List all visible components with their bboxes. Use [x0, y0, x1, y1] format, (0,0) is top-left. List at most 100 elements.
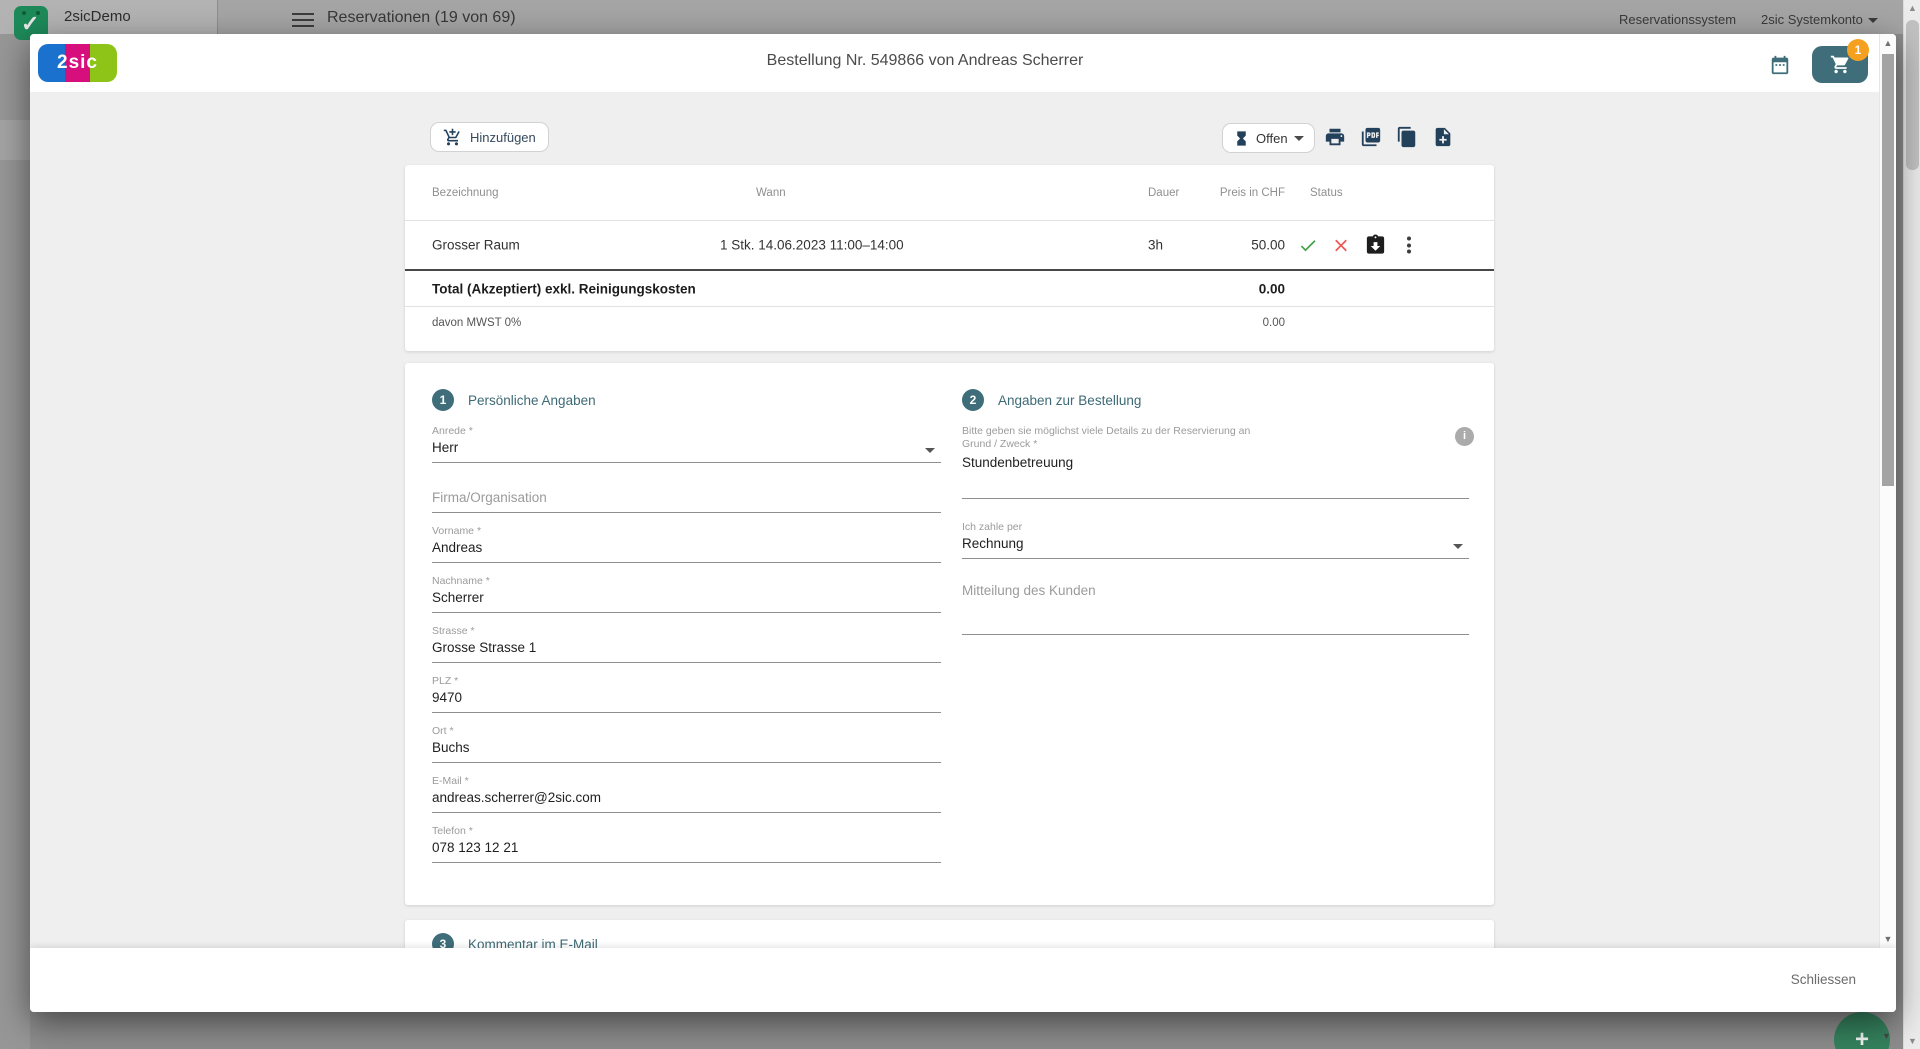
- nachname-label: Nachname *: [432, 575, 941, 588]
- nachname-input[interactable]: Nachname * Scherrer: [432, 575, 941, 613]
- row-menu-icon[interactable]: [1400, 236, 1418, 254]
- add-item-label: Hinzufügen: [470, 130, 536, 145]
- background-right-strip: [1896, 34, 1903, 1049]
- scroll-up-icon[interactable]: ▲: [1904, 3, 1920, 13]
- add-item-button[interactable]: Hinzufügen: [430, 122, 549, 152]
- pdf-button[interactable]: [1360, 126, 1382, 148]
- section-1-title: Persönliche Angaben: [468, 393, 596, 408]
- telefon-value: 078 123 12 21: [432, 840, 941, 863]
- hourglass-icon: [1233, 130, 1250, 147]
- chevron-down-icon: [925, 448, 935, 453]
- calendar-icon[interactable]: [1769, 54, 1791, 76]
- vat-label: davon MWST 0%: [432, 317, 521, 329]
- screen: ✓ 2sicDemo Reservationen (19 von 69) Res…: [0, 0, 1920, 1049]
- ort-value: Buchs: [432, 740, 941, 763]
- order-dialog: 2sic Bestellung Nr. 549866 von Andreas S…: [30, 34, 1896, 1012]
- cart-badge: 1: [1847, 39, 1869, 61]
- email-input[interactable]: E-Mail * andreas.scherrer@2sic.com: [432, 775, 941, 813]
- personal-data-section: 1 Persönliche Angaben Anrede * Herr Firm…: [432, 389, 941, 875]
- copy-icon: [1396, 126, 1418, 148]
- item-price: 50.00: [1150, 238, 1285, 253]
- vorname-label: Vorname *: [432, 525, 941, 538]
- app-name: 2sicDemo: [64, 8, 131, 25]
- table-row: Grosser Raum 1 Stk. 14.06.2023 11:00–14:…: [405, 221, 1494, 271]
- vorname-value: Andreas: [432, 540, 941, 563]
- email-label: E-Mail *: [432, 775, 941, 788]
- page-scrollbar[interactable]: ▲ ▼: [1903, 0, 1920, 1049]
- col-status: Status: [1310, 187, 1343, 199]
- info-icon[interactable]: i: [1455, 427, 1474, 446]
- grund-zweck-input[interactable]: Bitte geben sie möglichst viele Details …: [962, 425, 1469, 499]
- order-details-section: 2 Angaben zur Bestellung Bitte geben sie…: [962, 389, 1469, 647]
- menu-icon[interactable]: [292, 13, 314, 27]
- plus-icon: +: [1855, 1026, 1869, 1049]
- ort-label: Ort *: [432, 725, 941, 738]
- strasse-input[interactable]: Strasse * Grosse Strasse 1: [432, 625, 941, 663]
- page-scrollbar-thumb[interactable]: [1906, 20, 1919, 170]
- close-button[interactable]: Schliessen: [1777, 963, 1870, 996]
- background-scroll-down-icon[interactable]: ▼: [1882, 1031, 1891, 1041]
- total-label: Total (Akzeptiert) exkl. Reinigungskoste…: [432, 281, 696, 296]
- scroll-down-icon[interactable]: ▼: [1904, 1036, 1920, 1046]
- zahlung-label: Ich zahle per: [962, 521, 1469, 534]
- assignment-returned-icon[interactable]: [1364, 234, 1387, 257]
- vorname-input[interactable]: Vorname * Andreas: [432, 525, 941, 563]
- print-button[interactable]: [1324, 126, 1346, 148]
- chevron-down-icon: [1868, 18, 1878, 23]
- dialog-footer: Schliessen: [30, 948, 1896, 1012]
- plz-input[interactable]: PLZ * 9470: [432, 675, 941, 713]
- anrede-value: Herr: [432, 440, 941, 463]
- dialog-scrollbar[interactable]: ▲ ▼: [1879, 34, 1896, 948]
- shopping-cart-icon: [1830, 54, 1851, 75]
- copy-button[interactable]: [1396, 126, 1418, 148]
- pdf-icon: [1360, 126, 1382, 148]
- nav-account-menu[interactable]: 2sic Systemkonto: [1761, 12, 1878, 27]
- background-page-title: Reservationen (19 von 69): [327, 9, 516, 27]
- email-value: andreas.scherrer@2sic.com: [432, 790, 941, 813]
- plz-value: 9470: [432, 690, 941, 713]
- zahlung-select[interactable]: Ich zahle per Rechnung: [962, 521, 1469, 559]
- background-left-strip: [0, 34, 30, 1049]
- mitteilung-placeholder: Mitteilung des Kunden: [962, 583, 1469, 635]
- anrede-label: Anrede *: [432, 425, 941, 438]
- strasse-label: Strasse *: [432, 625, 941, 638]
- chevron-down-icon: [1294, 136, 1304, 141]
- dialog-scroll-up-icon[interactable]: ▲: [1880, 38, 1896, 48]
- total-row: Total (Akzeptiert) exkl. Reinigungskoste…: [405, 271, 1494, 307]
- firma-placeholder: Firma/Organisation: [432, 490, 941, 513]
- dialog-header: 2sic Bestellung Nr. 549866 von Andreas S…: [30, 34, 1896, 92]
- section-2-badge: 2: [962, 389, 984, 411]
- logo-text: 2sic: [38, 52, 117, 74]
- telefon-label: Telefon *: [432, 825, 941, 838]
- dialog-scroll-down-icon[interactable]: ▼: [1880, 934, 1896, 944]
- item-name: Grosser Raum: [432, 238, 520, 253]
- nav-account-label: 2sic Systemkonto: [1761, 12, 1863, 27]
- vat-value: 0.00: [1150, 317, 1285, 329]
- ort-input[interactable]: Ort * Buchs: [432, 725, 941, 763]
- 2sic-logo[interactable]: 2sic: [38, 44, 117, 82]
- telefon-input[interactable]: Telefon * 078 123 12 21: [432, 825, 941, 863]
- plz-label: PLZ *: [432, 675, 941, 688]
- background-topbar: ✓ 2sicDemo Reservationen (19 von 69) Res…: [0, 0, 1920, 34]
- chevron-down-icon: [1453, 544, 1463, 549]
- order-status-label: Offen: [1256, 131, 1288, 146]
- firma-input[interactable]: Firma/Organisation: [432, 475, 941, 513]
- item-when: 1 Stk. 14.06.2023 11:00–14:00: [720, 238, 904, 253]
- col-bezeichnung: Bezeichnung: [432, 187, 499, 199]
- order-form-card: 1 Persönliche Angaben Anrede * Herr Firm…: [405, 363, 1494, 905]
- nav-reservationssystem-link[interactable]: Reservationssystem: [1619, 12, 1736, 27]
- dialog-scrollbar-thumb[interactable]: [1882, 54, 1894, 486]
- new-document-button[interactable]: [1432, 126, 1454, 148]
- strasse-value: Grosse Strasse 1: [432, 640, 941, 663]
- zahlung-value: Rechnung: [962, 536, 1469, 559]
- accept-check-icon[interactable]: [1298, 235, 1318, 255]
- anrede-select[interactable]: Anrede * Herr: [432, 425, 941, 463]
- section-2-title: Angaben zur Bestellung: [998, 393, 1141, 408]
- mitteilung-input[interactable]: Mitteilung des Kunden: [962, 583, 1469, 635]
- note-add-icon: [1432, 126, 1454, 148]
- reject-x-icon[interactable]: [1331, 235, 1351, 255]
- printer-icon: [1324, 126, 1346, 148]
- grund-value: Stundenbetreuung: [962, 455, 1469, 499]
- order-status-dropdown[interactable]: Offen: [1222, 123, 1315, 153]
- dialog-title: Bestellung Nr. 549866 von Andreas Scherr…: [685, 52, 1165, 70]
